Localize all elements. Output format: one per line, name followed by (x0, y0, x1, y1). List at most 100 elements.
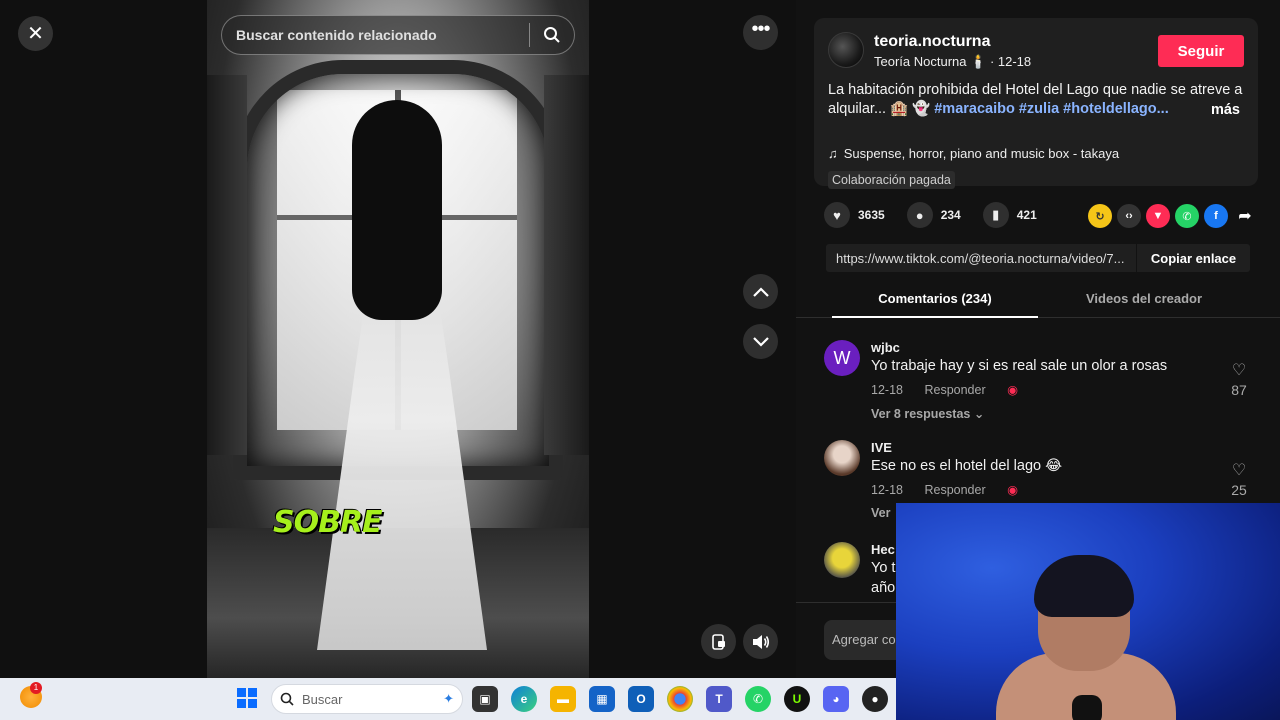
send-icon[interactable]: ▼ (1146, 204, 1170, 228)
commenter-name[interactable]: Hec (871, 542, 895, 557)
save-count: 421 (1016, 208, 1037, 222)
facebook-icon[interactable]: f (1204, 204, 1228, 228)
store-icon[interactable]: ▦ (589, 686, 615, 712)
search-button[interactable] (530, 15, 574, 55)
whatsapp-icon[interactable]: ✆ (1175, 204, 1199, 228)
figure-hair (352, 100, 442, 320)
creator-reaction-icon: ◉ (1007, 483, 1019, 497)
comment-count: 234 (940, 208, 961, 222)
taskbar: 1 Buscar ✦ ▣ e ▬ ▦ O T ✆ U ◕ ● (0, 678, 896, 720)
commenter-avatar[interactable] (824, 542, 860, 578)
comment-date: 12-18 (871, 383, 903, 397)
commenter-avatar[interactable] (824, 440, 860, 476)
task-view-icon[interactable]: ▣ (472, 686, 498, 712)
video-caption: SOBRE (273, 505, 383, 540)
mini-player-button[interactable] (701, 624, 736, 659)
windows-logo-icon (248, 688, 257, 697)
close-icon: ✕ (27, 23, 44, 45)
post-date: · 12-18 (989, 54, 1032, 69)
embed-icon[interactable]: ‹› (1117, 204, 1141, 228)
next-video-button[interactable] (743, 324, 778, 359)
taskbar-search[interactable]: Buscar ✦ (271, 684, 463, 714)
webcam-person-hair (1034, 555, 1134, 617)
reply-button[interactable]: Responder (924, 383, 985, 397)
like-button[interactable]: ♥ 3635 (824, 202, 885, 228)
edge-icon[interactable]: e (511, 686, 537, 712)
volume-button[interactable] (743, 624, 778, 659)
video-frame[interactable]: SOBRE (207, 0, 589, 678)
microphone (1072, 695, 1102, 720)
discord-icon[interactable]: ◕ (823, 686, 849, 712)
share-row: ↻ ‹› ▼ ✆ f ➦ (1088, 204, 1257, 228)
tab-creator-videos[interactable]: Videos del creador (1054, 288, 1234, 318)
chevron-down-icon (752, 336, 769, 347)
commenter-name[interactable]: wjbc (871, 340, 900, 355)
comment-like-button[interactable]: ♡ 25 (1224, 460, 1254, 498)
previous-video-button[interactable] (743, 274, 778, 309)
comment-item: W wjbc Yo trabaje hay y si es real sale … (824, 340, 1254, 430)
obs-icon[interactable]: ● (862, 686, 888, 712)
video-link: https://www.tiktok.com/@teoria.nocturna/… (836, 250, 1125, 266)
comment-text: Ese no es el hotel del lago 😂 (871, 458, 1063, 474)
outlook-icon[interactable]: O (628, 686, 654, 712)
chevron-up-icon (752, 286, 769, 297)
webcam-overlay (896, 503, 1280, 720)
chrome-icon[interactable] (667, 686, 693, 712)
more-link[interactable]: más (1211, 102, 1240, 118)
search-icon (280, 692, 294, 706)
copy-link-button[interactable]: Copiar enlace (1136, 244, 1250, 272)
link-copy-row: https://www.tiktok.com/@teoria.nocturna/… (826, 244, 1250, 272)
reply-button[interactable]: Responder (924, 483, 985, 497)
heart-outline-icon: ♡ (1231, 362, 1247, 379)
windows-logo-icon (237, 699, 246, 708)
comment-meta: 12-18 Responder ◉ (871, 382, 1036, 397)
notification-badge: 1 (30, 682, 42, 694)
follow-button[interactable]: Seguir (1158, 35, 1244, 67)
video-info-card: teoria.nocturna Teoría Nocturna 🕯️ · 12-… (814, 18, 1258, 189)
save-button[interactable]: ▮ 421 (982, 202, 1037, 228)
file-explorer-icon[interactable]: ▬ (550, 686, 576, 712)
related-search-bar[interactable] (221, 15, 575, 55)
volume-icon (752, 634, 769, 649)
comment-date: 12-18 (871, 483, 903, 497)
windows-logo-icon (237, 688, 246, 697)
repost-icon[interactable]: ↻ (1088, 204, 1112, 228)
whatsapp-icon[interactable]: ✆ (745, 686, 771, 712)
windows-logo-icon (248, 699, 257, 708)
creator-emoji: 🕯️ (970, 54, 987, 69)
creator-reaction-icon: ◉ (1007, 383, 1019, 397)
close-button[interactable]: ✕ (18, 16, 53, 51)
upwork-icon[interactable]: U (784, 686, 810, 712)
tabs: Comentarios (234) Videos del creador (796, 288, 1280, 318)
view-replies-button[interactable]: Ver (871, 506, 890, 520)
engagement-stats: ♥ 3635 ● 234 ▮ 421 (824, 202, 1059, 228)
tab-comments[interactable]: Comentarios (234) (832, 288, 1038, 318)
share-arrow-icon[interactable]: ➦ (1233, 204, 1257, 228)
comment-text: Yo t (871, 560, 896, 576)
creator-avatar[interactable] (828, 32, 864, 68)
comment-like-button[interactable]: ♡ 87 (1224, 360, 1254, 398)
creator-subtitle: Teoría Nocturna 🕯️ · 12-18 (874, 54, 1031, 70)
taskbar-search-label: Buscar (302, 691, 343, 707)
related-search-input[interactable] (222, 27, 529, 43)
commenter-name[interactable]: IVE (871, 440, 892, 455)
comment-like-count: 87 (1231, 382, 1247, 398)
comment-button[interactable]: ● 234 (906, 202, 961, 228)
description-hashtags[interactable]: #maracaibo #zulia #hoteldellago... (934, 101, 1169, 117)
heart-icon: ♥ (824, 202, 850, 228)
music-note-icon: ♫ (828, 146, 838, 161)
comment-icon: ● (906, 202, 933, 228)
commenter-avatar[interactable]: W (824, 340, 860, 376)
music-info[interactable]: ♫ Suspense, horror, piano and music box -… (828, 146, 1119, 161)
view-replies-button[interactable]: Ver 8 respuestas ⌄ (871, 406, 984, 421)
teams-icon[interactable]: T (706, 686, 732, 712)
start-button[interactable] (237, 688, 257, 708)
more-horizontal-icon: ••• (751, 18, 770, 40)
video-description: La habitación prohibida del Hotel del La… (828, 81, 1248, 119)
mirror-side-left (207, 75, 247, 455)
creator-username[interactable]: teoria.nocturna (874, 33, 990, 51)
picture-in-picture-icon (711, 633, 725, 650)
comment-text-line2: año (871, 580, 896, 596)
comment-text: Yo trabaje hay y si es real sale un olor… (871, 358, 1168, 374)
more-options-button[interactable]: ••• (743, 15, 778, 50)
